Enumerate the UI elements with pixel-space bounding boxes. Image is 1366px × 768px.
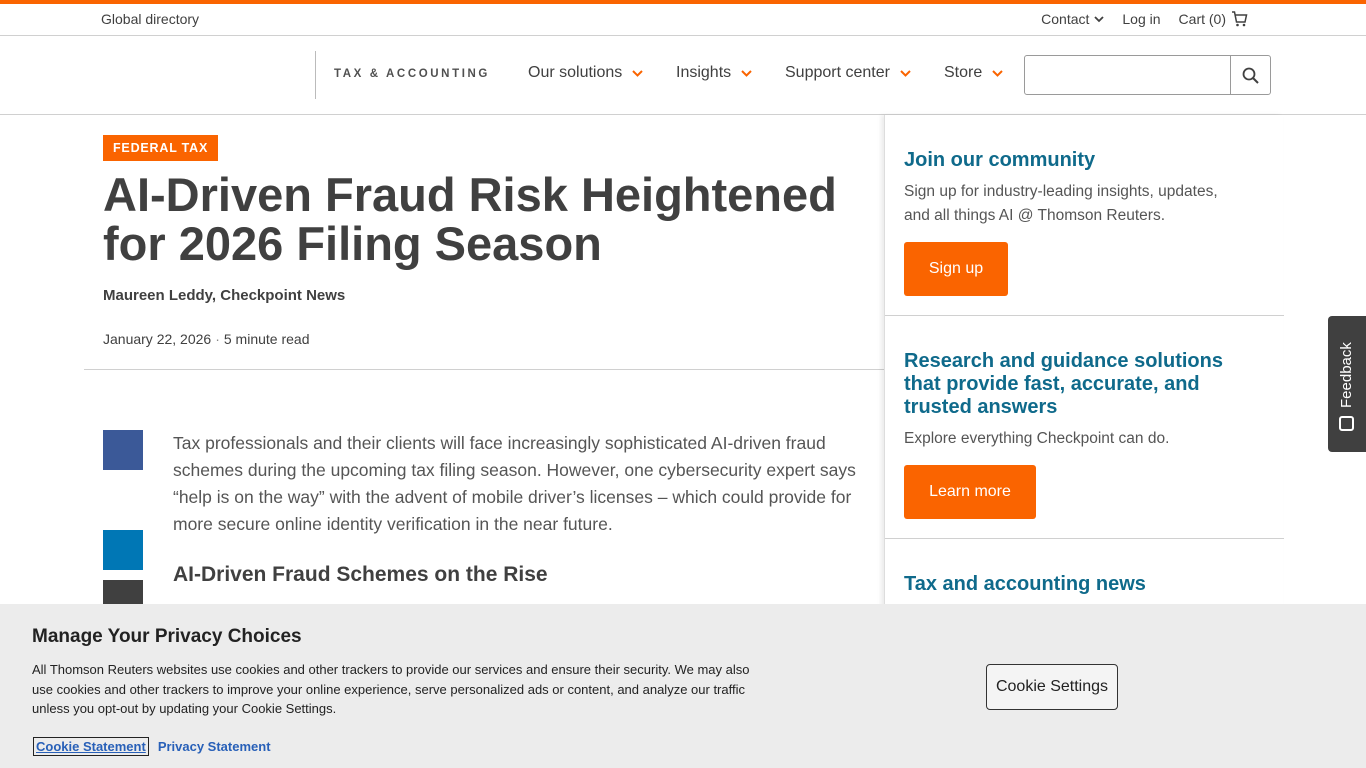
nav-item-label: Support center [785,64,890,81]
share-linkedin-button[interactable] [103,530,143,570]
utility-bar: Global directory Contact Log in Cart (0) [0,4,1366,36]
chevron-down-icon [992,69,1003,77]
cart-label: Cart (0) [1178,11,1226,27]
search-button[interactable] [1230,56,1270,94]
login-link[interactable]: Log in [1122,11,1160,27]
search-input[interactable] [1025,56,1230,94]
article-headline: AI-Driven Fraud Risk Heightened for 2026… [103,168,837,270]
utility-links: Contact Log in Cart (0) [1041,11,1248,27]
news-block: Tax and accounting news [904,573,1244,596]
sidebar-divider [885,315,1284,316]
search-icon [1242,67,1259,84]
chevron-down-icon [741,69,752,77]
feedback-label: Feedback [1338,342,1355,408]
community-block: Join our community Sign up for industry-… [904,149,1244,296]
privacy-text: All Thomson Reuters websites use cookies… [32,662,750,716]
article-intro-paragraph: Tax professionals and their clients will… [173,433,856,534]
sidebar-divider [885,538,1284,539]
article-meta: January 22, 2026 · 5 minute read [103,331,309,347]
nav-item-support-center[interactable]: Support center [785,64,911,82]
nav-divider [315,51,316,99]
privacy-links: Cookie Statement Privacy Statement [33,737,273,756]
privacy-banner: Manage Your Privacy Choices All Thomson … [0,604,1366,768]
cart-link[interactable]: Cart (0) [1179,11,1248,27]
nav-item-our-solutions[interactable]: Our solutions [528,64,643,82]
research-text: Explore everything Checkpoint can do. [904,430,1170,447]
category-tag[interactable]: FEDERAL TAX [103,135,219,161]
nav-item-store[interactable]: Store [944,64,1003,82]
main-nav: TAX & ACCOUNTING Our solutions Insights … [0,36,1366,115]
global-directory-link[interactable]: Global directory [101,11,199,27]
contact-menu[interactable]: Contact [1041,11,1105,27]
nav-item-insights[interactable]: Insights [676,64,752,82]
sidebar: Join our community Sign up for industry-… [884,115,1284,615]
nav-item-label: Store [944,64,983,81]
nav-item-label: Insights [676,64,732,81]
chevron-down-icon [632,69,643,77]
research-title: Research and guidance solutions that pro… [904,350,1223,418]
nav-item-label: Our solutions [528,64,623,81]
article-byline: Maureen Leddy, Checkpoint News [103,287,346,304]
community-text: Sign up for industry-leading insights, u… [904,183,1218,224]
article-divider [84,369,884,370]
article-read-time: 5 minute read [223,331,310,347]
cart-icon [1232,11,1248,27]
cookie-statement-link[interactable]: Cookie Statement [33,737,149,756]
news-title[interactable]: Tax and accounting news [904,573,1244,596]
chevron-down-icon [900,69,911,77]
share-facebook-button[interactable] [103,430,143,470]
feedback-tab[interactable]: Feedback [1328,316,1366,452]
contact-label: Contact [1041,11,1090,27]
feedback-icon [1339,416,1354,431]
search-box [1024,55,1271,95]
chevron-down-icon [1094,15,1105,22]
brand-label[interactable]: TAX & ACCOUNTING [334,68,490,80]
article-subheading: AI-Driven Fraud Schemes on the Rise [173,563,548,586]
research-block: Research and guidance solutions that pro… [904,350,1244,519]
sign-up-button[interactable]: Sign up [904,242,1008,296]
cookie-settings-button[interactable]: Cookie Settings [986,664,1118,710]
community-title: Join our community [904,149,1096,171]
learn-more-button[interactable]: Learn more [904,465,1036,519]
article-date: January 22, 2026 [103,331,212,347]
meta-separator: · [215,331,220,347]
privacy-statement-link[interactable]: Privacy Statement [156,738,273,755]
privacy-title: Manage Your Privacy Choices [32,626,302,647]
